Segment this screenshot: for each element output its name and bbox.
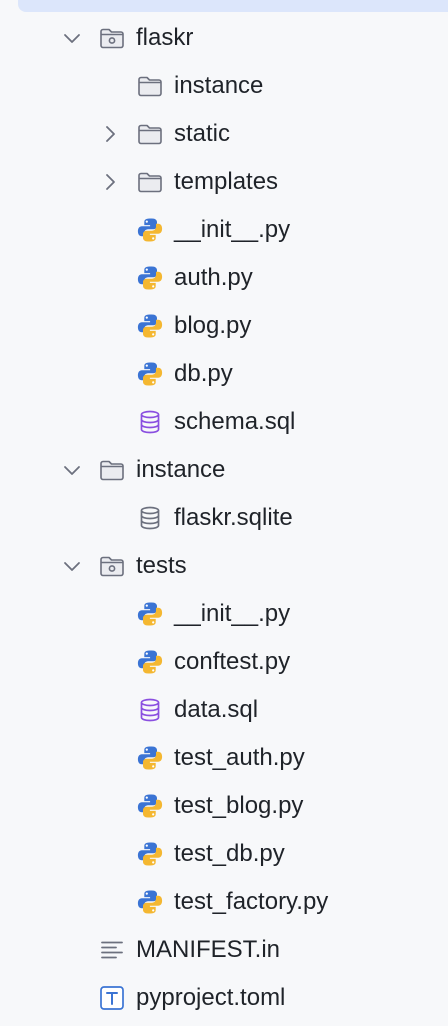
database-file-icon	[136, 504, 164, 532]
tree-node-blog[interactable]: blog.py	[0, 302, 448, 350]
chevron-right-icon[interactable]	[98, 170, 122, 194]
python-file-icon	[136, 744, 164, 772]
tree-node-label: conftest.py	[174, 648, 291, 675]
tree-node-label: test_auth.py	[174, 744, 305, 771]
tree-node-label: __init__.py	[174, 216, 291, 243]
tree-node-label: static	[174, 120, 231, 147]
chevron-down-icon[interactable]	[60, 554, 84, 578]
tree-node-label: templates	[174, 168, 279, 195]
tree-node-test-db[interactable]: test_db.py	[0, 830, 448, 878]
tree-node-label: flaskr	[136, 24, 194, 51]
tree-node-label: test_factory.py	[174, 888, 329, 915]
tree-node-flaskr[interactable]: flaskr	[0, 14, 448, 62]
selected-row-highlight	[18, 0, 448, 12]
tree-node-label: schema.sql	[174, 408, 296, 435]
tree-node-test-blog[interactable]: test_blog.py	[0, 782, 448, 830]
tree-node-tests[interactable]: tests	[0, 542, 448, 590]
tree-node-test-factory[interactable]: test_factory.py	[0, 878, 448, 926]
python-file-icon	[136, 360, 164, 388]
tree-node-label: tests	[136, 552, 187, 579]
project-tree: flaskr instance static templates __init_…	[0, 14, 448, 1022]
python-file-icon	[136, 216, 164, 244]
python-file-icon	[136, 888, 164, 916]
package-folder-icon	[98, 24, 126, 52]
chevron-down-icon[interactable]	[60, 458, 84, 482]
tree-node-label: blog.py	[174, 312, 252, 339]
python-file-icon	[136, 312, 164, 340]
tree-node-conftest[interactable]: conftest.py	[0, 638, 448, 686]
tree-node-label: instance	[174, 72, 264, 99]
python-file-icon	[136, 600, 164, 628]
sql-file-icon	[136, 696, 164, 724]
tree-node-data-sql[interactable]: data.sql	[0, 686, 448, 734]
tree-node-instance[interactable]: instance	[0, 446, 448, 494]
tree-node-pyproject[interactable]: pyproject.toml	[0, 974, 448, 1022]
tree-node-label: pyproject.toml	[136, 984, 286, 1011]
tree-node-label: data.sql	[174, 696, 259, 723]
tree-node-auth[interactable]: auth.py	[0, 254, 448, 302]
tree-node-tests-init[interactable]: __init__.py	[0, 590, 448, 638]
python-file-icon	[136, 648, 164, 676]
tree-node-static[interactable]: static	[0, 110, 448, 158]
python-file-icon	[136, 792, 164, 820]
toml-file-icon	[98, 984, 126, 1012]
text-file-icon	[98, 936, 126, 964]
tree-node-label: instance	[136, 456, 226, 483]
tree-node-label: auth.py	[174, 264, 253, 291]
tree-node-schema[interactable]: schema.sql	[0, 398, 448, 446]
folder-icon	[136, 72, 164, 100]
package-folder-icon	[98, 552, 126, 580]
tree-node-templates[interactable]: templates	[0, 158, 448, 206]
folder-icon	[98, 456, 126, 484]
tree-node-label: test_db.py	[174, 840, 285, 867]
tree-node-flaskr-sqlite[interactable]: flaskr.sqlite	[0, 494, 448, 542]
tree-node-label: flaskr.sqlite	[174, 504, 293, 531]
tree-node-flaskr-init[interactable]: __init__.py	[0, 206, 448, 254]
tree-node-label: __init__.py	[174, 600, 291, 627]
tree-node-label: db.py	[174, 360, 233, 387]
chevron-down-icon[interactable]	[60, 26, 84, 50]
python-file-icon	[136, 264, 164, 292]
folder-icon	[136, 168, 164, 196]
tree-node-label: test_blog.py	[174, 792, 304, 819]
sql-file-icon	[136, 408, 164, 436]
folder-icon	[136, 120, 164, 148]
tree-node-manifest[interactable]: MANIFEST.in	[0, 926, 448, 974]
tree-node-db[interactable]: db.py	[0, 350, 448, 398]
chevron-right-icon[interactable]	[98, 122, 122, 146]
python-file-icon	[136, 840, 164, 868]
tree-node-test-auth[interactable]: test_auth.py	[0, 734, 448, 782]
tree-node-label: MANIFEST.in	[136, 936, 281, 963]
tree-node-flaskr-instance[interactable]: instance	[0, 62, 448, 110]
